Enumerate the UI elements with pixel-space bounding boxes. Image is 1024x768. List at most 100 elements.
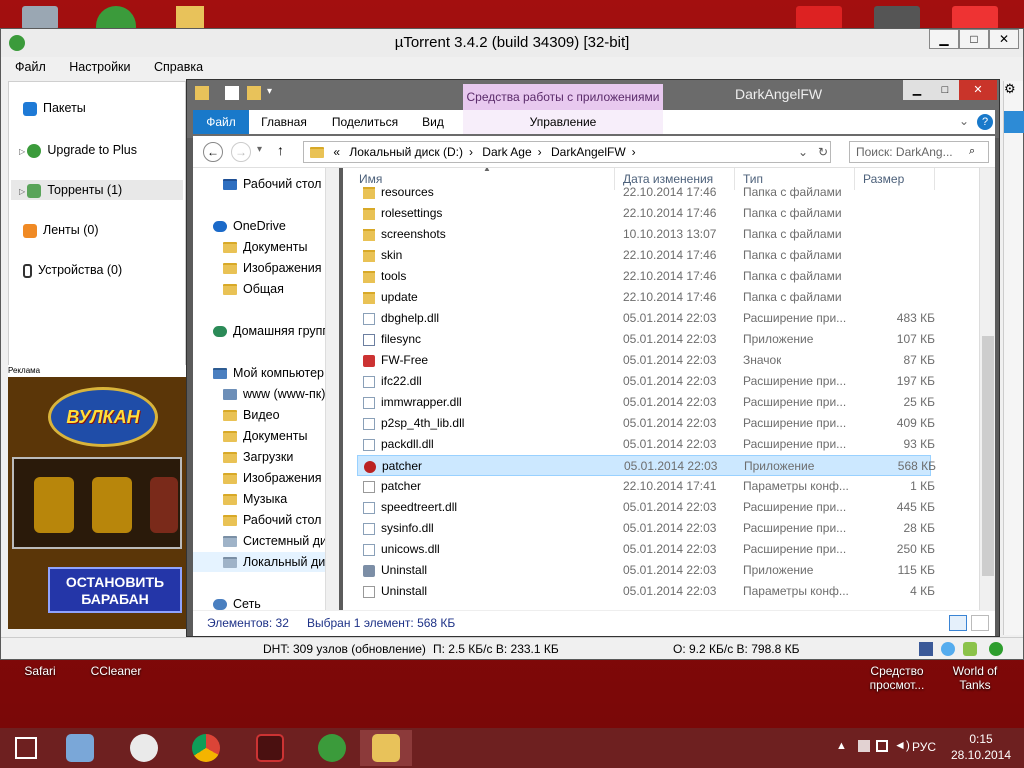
search-input[interactable]: Поиск: DarkAng... (849, 141, 989, 163)
recent-dropdown-icon[interactable]: ▾ (257, 144, 262, 155)
tab-file[interactable]: Файл (193, 110, 249, 134)
gear-icon[interactable]: ⚙ (1004, 81, 1024, 97)
folder-desktop-icon[interactable] (176, 6, 204, 30)
recycle-bin-icon[interactable] (22, 6, 58, 30)
file-row[interactable]: packdll.dll 05.01.2014 22:03 Расширение пр… (357, 434, 935, 455)
forward-button[interactable]: → (231, 142, 251, 162)
file-row[interactable]: FW-Free 05.01.2014 22:03 Значок 87 КБ (357, 350, 935, 371)
sidebar-item-feeds[interactable]: Ленты (0) (23, 220, 99, 240)
volume-icon[interactable]: ◄) (894, 738, 910, 752)
nav-item[interactable]: Документы (223, 426, 307, 446)
taskbar-darkangel[interactable] (244, 730, 296, 766)
utorrent-maximize-button[interactable]: □ (959, 29, 989, 49)
nav-item[interactable]: Изображения (223, 258, 322, 278)
ad-stop-reel-button[interactable]: ОСТАНОВИТЬ БАРАБАН (48, 567, 182, 613)
new-folder-icon[interactable] (247, 86, 261, 100)
language-indicator[interactable]: РУС (912, 740, 936, 754)
facebook-icon[interactable] (919, 642, 933, 656)
file-list-scrollbar[interactable] (979, 168, 995, 610)
tab-manage[interactable]: Управление (463, 110, 663, 134)
explorer-maximize-button[interactable]: □ (931, 80, 959, 100)
utorrent-close-button[interactable]: ✕ (989, 29, 1019, 49)
chevron-down-icon[interactable]: ▾ (267, 86, 272, 97)
tab-view[interactable]: Вид (413, 110, 453, 134)
address-box[interactable]: « Локальный диск (D:) › Dark Age › DarkAng… (303, 141, 831, 163)
file-row[interactable]: patcher 05.01.2014 22:03 Приложение 568 КБ (357, 455, 936, 476)
sidebar-item-torrents[interactable]: ▷ Торренты (1) (11, 180, 183, 200)
file-row[interactable]: sysinfo.dll 05.01.2014 22:03 Расширение пр… (357, 518, 935, 539)
address-dropdown-icon[interactable]: ⌄ (798, 142, 808, 162)
nav-item[interactable]: Рабочий стол (223, 510, 321, 530)
file-row[interactable]: skin 22.10.2014 17:46 Папка с файлами (357, 245, 931, 266)
file-row[interactable]: Uninstall 05.01.2014 22:03 Параметры конф.… (357, 581, 935, 602)
back-button[interactable]: ← (203, 142, 223, 162)
nav-item[interactable]: Музыка (223, 489, 287, 509)
taskbar-calculator[interactable] (54, 730, 106, 766)
details-view-icon[interactable] (949, 615, 967, 631)
nav-scrollbar[interactable] (325, 168, 339, 610)
nav-item[interactable]: Мой компьютер (213, 363, 324, 383)
taskbar-utorrent[interactable] (306, 730, 358, 766)
ad-banner[interactable]: ВУЛКАН ОСТАНОВИТЬ БАРАБАН (8, 377, 186, 629)
nav-item[interactable]: Изображения (223, 468, 322, 488)
app-desktop-icon[interactable] (952, 6, 998, 30)
breadcrumb-darkage[interactable]: Dark Age (482, 145, 531, 159)
sidebar-item-devices[interactable]: Устройства (0) (23, 260, 122, 280)
file-row[interactable]: screenshots 10.10.2013 13:07 Папка с файла… (357, 224, 931, 245)
file-row[interactable]: ifc22.dll 05.01.2014 22:03 Расширение при.… (357, 371, 935, 392)
taskbar-explorer[interactable] (360, 730, 412, 766)
menu-file[interactable]: Файл (15, 60, 46, 74)
nav-item[interactable]: OneDrive (213, 216, 286, 236)
file-row[interactable]: speedtreert.dll 05.01.2014 22:03 Расширени… (357, 497, 935, 518)
clock[interactable]: 0:15 28.10.2014 (944, 731, 1018, 763)
start-button[interactable] (0, 730, 52, 766)
nav-item[interactable]: Общая (223, 279, 284, 299)
nav-item[interactable]: Документы (223, 237, 307, 257)
refresh-icon[interactable]: ↻ (818, 142, 828, 162)
tab-home[interactable]: Главная (253, 110, 315, 134)
file-row[interactable]: immwrapper.dll 05.01.2014 22:03 Расширение… (357, 392, 935, 413)
nav-item[interactable]: Домашняя групп (213, 321, 329, 341)
ribbon-expand-icon[interactable]: ⌄ (959, 114, 969, 128)
camera-desktop-icon[interactable] (874, 6, 920, 30)
file-row[interactable]: unicows.dll 05.01.2014 22:03 Расширение пр… (357, 539, 935, 560)
file-row[interactable]: resources 22.10.2014 17:46 Папка с файлами (357, 182, 931, 203)
desktop-icon-viewer[interactable]: Средство просмот... (862, 664, 932, 692)
large-icons-view-icon[interactable] (971, 615, 989, 631)
nav-item-selected[interactable]: Локальный дис (193, 552, 330, 572)
nav-item[interactable]: Рабочий стол (223, 174, 321, 194)
nav-item[interactable]: www (www-пк) (223, 384, 325, 404)
desktop-icon-wot[interactable]: World of Tanks (944, 664, 1006, 692)
file-row[interactable]: patcher 22.10.2014 17:41 Параметры конф...… (357, 476, 935, 497)
tray-flag-icon[interactable] (858, 740, 870, 752)
tab-share[interactable]: Поделиться (327, 110, 403, 134)
breadcrumb-drive[interactable]: Локальный диск (D:) (349, 145, 463, 159)
tray-expand-icon[interactable]: ▲ (836, 740, 847, 752)
explorer-close-button[interactable]: ✕ (959, 80, 997, 100)
desktop-icon-ccleaner[interactable]: CCleaner (86, 664, 146, 678)
file-row[interactable]: rolesettings 22.10.2014 17:46 Папка с файл… (357, 203, 931, 224)
explorer-minimize-button[interactable]: ▁ (903, 80, 931, 100)
file-row[interactable]: Uninstall 05.01.2014 22:03 Приложение 115 К… (357, 560, 935, 581)
file-row[interactable]: dbghelp.dll 05.01.2014 22:03 Расширение пр… (357, 308, 935, 329)
properties-icon[interactable] (225, 86, 239, 100)
taskbar-ccleaner[interactable] (118, 730, 170, 766)
desktop-icon-safari[interactable]: Safari (10, 664, 70, 678)
utorrent-minimize-button[interactable]: ▁ (929, 29, 959, 49)
breadcrumb-overflow[interactable]: « (333, 145, 340, 159)
nav-item[interactable]: Системный дис (223, 531, 330, 551)
twitter-icon[interactable] (941, 642, 955, 656)
menu-help[interactable]: Справка (154, 60, 203, 74)
game-desktop-icon[interactable] (796, 6, 842, 30)
file-row[interactable]: tools 22.10.2014 17:46 Папка с файлами (357, 266, 931, 287)
menu-settings[interactable]: Настройки (69, 60, 130, 74)
up-button[interactable]: ↑ (277, 142, 284, 158)
help-icon[interactable]: ? (977, 114, 993, 130)
sidebar-item-packages[interactable]: Пакеты (23, 98, 86, 118)
utorrent-right-tab[interactable] (1004, 111, 1024, 133)
file-row[interactable]: p2sp_4th_lib.dll 05.01.2014 22:03 Расширен… (357, 413, 935, 434)
network-icon[interactable] (876, 740, 888, 752)
nav-item[interactable]: Загрузки (223, 447, 293, 467)
breadcrumb-current[interactable]: DarkAngelFW (551, 145, 626, 159)
scrollbar-thumb[interactable] (982, 336, 994, 576)
